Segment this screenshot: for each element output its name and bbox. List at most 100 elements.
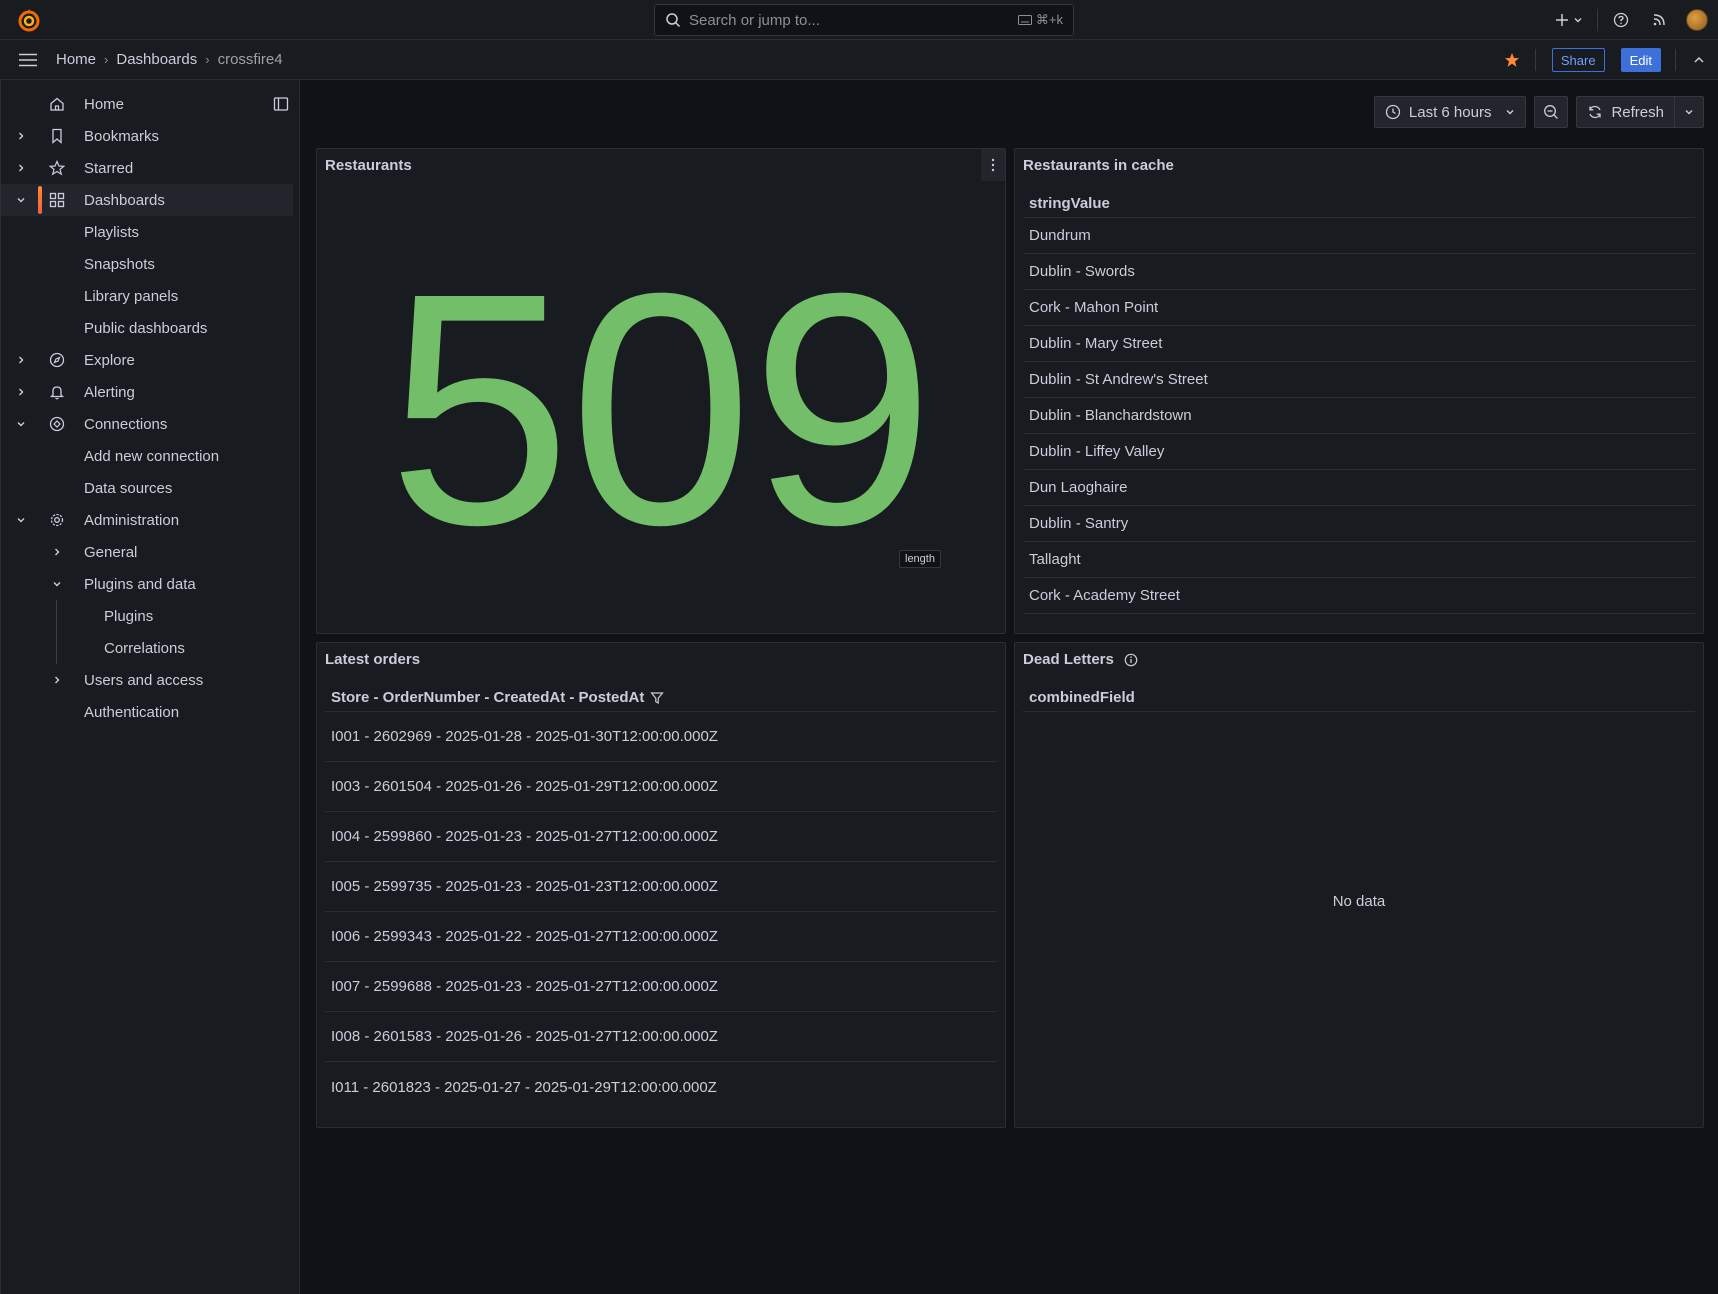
search-shortcut: ⌘+k [1017, 12, 1063, 28]
sidebar-item-label: Library panels [84, 287, 179, 305]
breadcrumb-dashboards[interactable]: Dashboards [116, 51, 197, 68]
sidebar-item-label: Public dashboards [84, 319, 208, 337]
table-row[interactable]: I004 - 2599860 - 2025-01-23 - 2025-01-27… [325, 812, 997, 862]
sidebar-item-users-and-access[interactable]: Users and access [1, 664, 293, 696]
sidebar-item-alerting[interactable]: Alerting [1, 376, 293, 408]
user-avatar[interactable] [1686, 9, 1708, 31]
chevron-right-icon[interactable] [49, 544, 65, 560]
sidebar-item-label: Bookmarks [84, 127, 160, 145]
sidebar-item-plugins-and-data[interactable]: Plugins and data [1, 568, 293, 600]
panel-dead-letters[interactable]: Dead Letters combinedField No data [1014, 642, 1704, 1128]
refresh-label: Refresh [1611, 103, 1664, 121]
sidebar-item-starred[interactable]: Starred [1, 152, 293, 184]
table-row[interactable]: Dublin - St Andrew's Street [1023, 362, 1695, 398]
panel-title-wrapper: Dead Letters [1023, 651, 1138, 668]
chevron-down-icon[interactable] [13, 416, 29, 432]
sidebar-item-data-sources[interactable]: Data sources [1, 472, 293, 504]
table-body: I001 - 2602969 - 2025-01-28 - 2025-01-30… [325, 711, 997, 1112]
table-row[interactable]: I003 - 2601504 - 2025-01-26 - 2025-01-29… [325, 762, 997, 812]
sidebar-item-label: Data sources [84, 479, 173, 497]
filter-icon[interactable] [650, 691, 665, 705]
sidebar-item-label: Plugins [104, 607, 154, 625]
search-input[interactable]: Search or jump to... ⌘+k [654, 4, 1074, 36]
chevron-right-icon[interactable] [13, 384, 29, 400]
table-row[interactable]: Dublin - Blanchardstown [1023, 398, 1695, 434]
sidebar-item-explore[interactable]: Explore [1, 344, 293, 376]
clock-icon [1385, 104, 1401, 120]
refresh-button[interactable]: Refresh [1577, 97, 1675, 127]
sidebar-item-correlations[interactable]: Correlations [1, 632, 293, 664]
sidebar-item-authentication[interactable]: Authentication [1, 696, 293, 728]
sidebar-item-home[interactable]: Home [1, 88, 293, 120]
chevron-right-icon: › [104, 52, 109, 67]
help-button[interactable] [1602, 0, 1640, 40]
table-row[interactable]: Dublin - Liffey Valley [1023, 434, 1695, 470]
chevron-up-icon [1694, 56, 1704, 63]
favorite-button[interactable] [1493, 40, 1531, 80]
sidebar-item-playlists[interactable]: Playlists [1, 216, 293, 248]
table-row[interactable]: I005 - 2599735 - 2025-01-23 - 2025-01-23… [325, 862, 997, 912]
table-row[interactable]: Dun Laoghaire [1023, 470, 1695, 506]
collapse-header-button[interactable] [1680, 40, 1718, 80]
sidebar-item-add-new-connection[interactable]: Add new connection [1, 440, 293, 472]
share-button[interactable]: Share [1551, 48, 1605, 72]
time-picker[interactable]: Last 6 hours [1373, 96, 1527, 128]
table-row[interactable]: Cork - Mahon Point [1023, 290, 1695, 326]
table-row[interactable]: I006 - 2599343 - 2025-01-22 - 2025-01-27… [325, 912, 997, 962]
sidebar-item-dashboards[interactable]: Dashboards [1, 184, 293, 216]
chevron-down-icon[interactable] [13, 512, 29, 528]
sidebar-item-snapshots[interactable]: Snapshots [1, 248, 293, 280]
grafana-logo-icon[interactable] [16, 7, 42, 33]
table-row[interactable]: Dublin - Santry [1023, 506, 1695, 542]
sidebar-item-plugins[interactable]: Plugins [1, 600, 293, 632]
search-placeholder: Search or jump to... [689, 11, 820, 29]
sidebar-item-public-dashboards[interactable]: Public dashboards [1, 312, 293, 344]
edit-button[interactable]: Edit [1620, 48, 1661, 72]
breadcrumb-current: crossfire4 [217, 51, 283, 68]
table-column-header[interactable]: combinedField [1029, 689, 1135, 706]
info-circle-icon[interactable] [1124, 653, 1138, 667]
time-range-label: Last 6 hours [1408, 103, 1492, 121]
sidebar-item-connections[interactable]: Connections [1, 408, 293, 440]
connections-icon [48, 415, 66, 433]
menu-toggle-button[interactable] [0, 40, 56, 80]
sidebar-item-general[interactable]: General [1, 536, 293, 568]
chevron-right-icon[interactable] [49, 672, 65, 688]
sidebar-item-label: Administration [84, 511, 180, 529]
table-row[interactable]: I001 - 2602969 - 2025-01-28 - 2025-01-30… [325, 712, 997, 762]
table-column-header[interactable]: stringValue [1029, 195, 1110, 212]
table-row[interactable]: I007 - 2599688 - 2025-01-23 - 2025-01-27… [325, 962, 997, 1012]
panel-menu-button[interactable] [981, 149, 1005, 181]
chevron-down-icon [1574, 18, 1582, 23]
table-row[interactable]: Dublin - Swords [1023, 254, 1695, 290]
time-range-button[interactable]: Last 6 hours [1375, 97, 1526, 127]
refresh-interval-button[interactable] [1675, 97, 1703, 127]
table-row[interactable]: I011 - 2601823 - 2025-01-27 - 2025-01-29… [325, 1062, 997, 1112]
news-button[interactable] [1640, 0, 1678, 40]
zoom-out-button[interactable] [1534, 96, 1569, 128]
sidebar-item-label: Add new connection [84, 447, 220, 465]
bell-icon [48, 383, 66, 401]
table-row[interactable]: Tallaght [1023, 542, 1695, 578]
chevron-right-icon[interactable] [13, 128, 29, 144]
chevron-down-icon[interactable] [49, 576, 65, 592]
table-row[interactable]: I008 - 2601583 - 2025-01-26 - 2025-01-27… [325, 1012, 997, 1062]
new-menu-button[interactable] [1545, 0, 1593, 40]
table-row[interactable]: Dundrum [1023, 218, 1695, 254]
panel-latest-orders[interactable]: Latest orders Store - OrderNumber - Crea… [316, 642, 1006, 1128]
chevron-right-icon[interactable] [13, 160, 29, 176]
chevron-right-icon[interactable] [13, 352, 29, 368]
sidebar-item-bookmarks[interactable]: Bookmarks [1, 120, 293, 152]
breadcrumb-home[interactable]: Home [56, 51, 96, 68]
sidebar-item-library-panels[interactable]: Library panels [1, 280, 293, 312]
panel-restaurants-in-cache[interactable]: Restaurants in cache stringValue Dundrum… [1014, 148, 1704, 634]
table-column-header[interactable]: Store - OrderNumber - CreatedAt - Posted… [331, 689, 665, 706]
table-row[interactable]: Cork - Academy Street [1023, 578, 1695, 614]
panel-restaurants[interactable]: Restaurants 509 length [316, 148, 1006, 634]
chevron-down-icon[interactable] [13, 192, 29, 208]
sidebar-item-label: General [84, 543, 138, 561]
refresh-picker[interactable]: Refresh [1576, 96, 1704, 128]
sidebar-item-administration[interactable]: Administration [1, 504, 293, 536]
table-row[interactable]: Dublin - Mary Street [1023, 326, 1695, 362]
sync-icon [1589, 105, 1602, 119]
